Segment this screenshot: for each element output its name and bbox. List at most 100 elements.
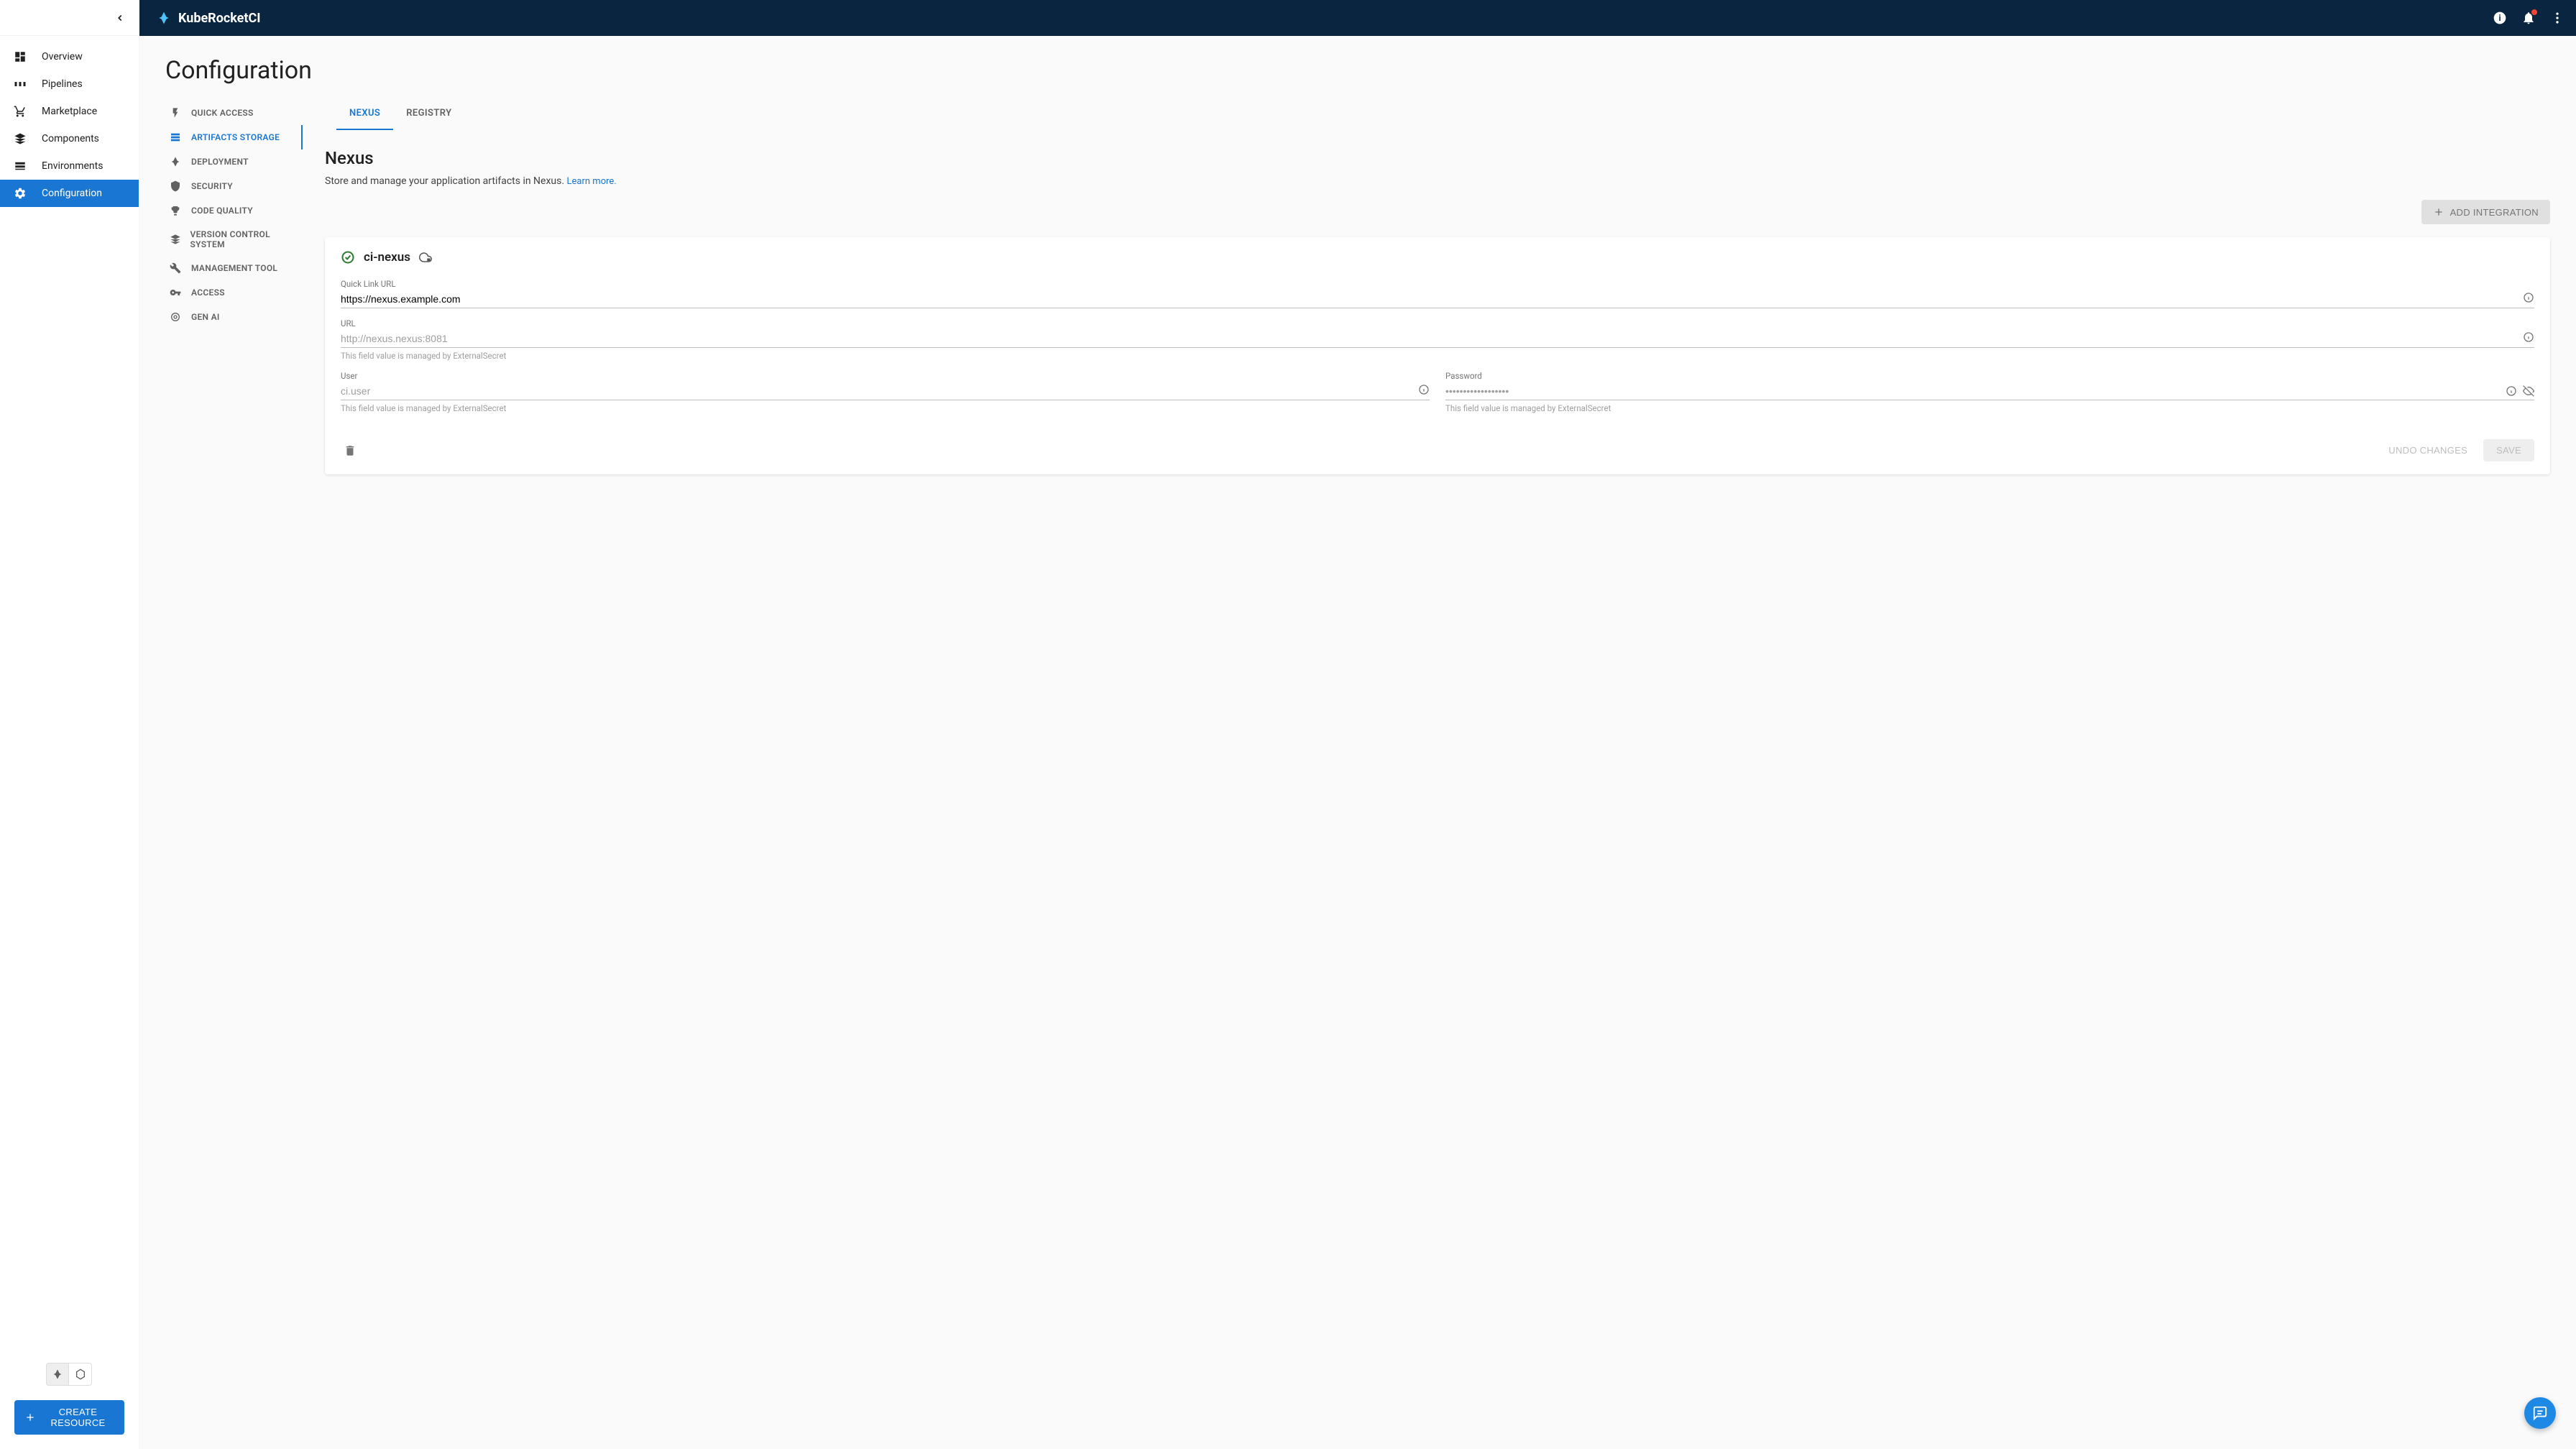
tools-icon: [170, 262, 183, 274]
config-subnav: QUICK ACCESS ARTIFACTS STORAGE DEPLOYMEN…: [165, 101, 302, 474]
learn-more-link[interactable]: Learn more.: [567, 176, 617, 187]
info-outline-icon[interactable]: [2523, 331, 2534, 343]
sidebar-item-marketplace[interactable]: Marketplace: [0, 98, 139, 125]
subnav-gen-ai[interactable]: GEN AI: [165, 305, 302, 329]
brand[interactable]: KubeRocketCI: [157, 11, 261, 26]
create-resource-button[interactable]: CREATE RESOURCE: [14, 1400, 124, 1435]
sidebar-item-label: Marketplace: [42, 106, 97, 117]
quick-link-url-input[interactable]: [341, 290, 2534, 308]
rocket-launch-icon: [170, 156, 183, 167]
subnav-label: MANAGEMENT TOOL: [191, 263, 277, 273]
subnav-label: GEN AI: [191, 312, 220, 322]
field-label: Quick Link URL: [341, 279, 2534, 289]
sidebar-item-configuration[interactable]: Configuration: [0, 180, 139, 207]
subnav-label: ARTIFACTS STORAGE: [191, 132, 280, 142]
sidebar-item-label: Pipelines: [42, 78, 83, 90]
gear-icon: [13, 187, 27, 200]
save-button[interactable]: SAVE: [2483, 439, 2534, 461]
integration-card: ci-nexus Quick Link URL URL: [325, 237, 2550, 474]
subnav-access[interactable]: ACCESS: [165, 280, 302, 305]
tabs: NEXUS REGISTRY: [325, 101, 2550, 131]
visibility-off-icon[interactable]: [2523, 385, 2534, 397]
key-icon: [170, 287, 183, 298]
storage-icon: [170, 132, 183, 143]
sidebar-item-pipelines[interactable]: Pipelines: [0, 70, 139, 98]
sidebar-item-label: Overview: [42, 51, 83, 63]
brand-text: KubeRocketCI: [178, 11, 261, 26]
url-field: URL This field value is managed by Exter…: [341, 318, 2534, 361]
sidebar-item-overview[interactable]: Overview: [0, 43, 139, 70]
url-input: [341, 330, 2534, 348]
quick-link-url-field: Quick Link URL: [341, 279, 2534, 308]
layers-icon: [170, 234, 182, 245]
undo-changes-button[interactable]: UNDO CHANGES: [2378, 439, 2478, 461]
subnav-vcs[interactable]: VERSION CONTROL SYSTEM: [165, 223, 302, 256]
add-integration-button[interactable]: ADD INTEGRATION: [2421, 200, 2550, 224]
sidebar-item-environments[interactable]: Environments: [0, 152, 139, 180]
info-outline-icon[interactable]: [2523, 292, 2534, 303]
more-vert-icon[interactable]: [2550, 11, 2564, 25]
subnav-label: DEPLOYMENT: [191, 157, 249, 167]
sidebar-item-label: Components: [42, 133, 99, 144]
view-toggle-kube[interactable]: [69, 1363, 92, 1386]
notifications-icon[interactable]: [2521, 11, 2536, 25]
dashboard-icon: [13, 50, 27, 63]
integration-name: ci-nexus: [364, 250, 410, 264]
password-field: Password This field value is managed by …: [1445, 371, 2534, 413]
create-resource-label: CREATE RESOURCE: [42, 1407, 114, 1428]
tab-nexus[interactable]: NEXUS: [336, 101, 393, 130]
add-integration-label: ADD INTEGRATION: [2450, 207, 2539, 218]
sidebar-item-components[interactable]: Components: [0, 125, 139, 152]
subnav-artifacts-storage[interactable]: ARTIFACTS STORAGE: [165, 125, 303, 150]
field-helper: This field value is managed by ExternalS…: [341, 403, 1430, 413]
page-title: Configuration: [165, 56, 2550, 85]
delete-button[interactable]: [341, 441, 359, 460]
field-helper: This field value is managed by ExternalS…: [1445, 403, 2534, 413]
sidebar-collapse-area: [0, 0, 139, 36]
sidebar-item-label: Environments: [42, 160, 103, 172]
subnav-management-tool[interactable]: MANAGEMENT TOOL: [165, 256, 302, 280]
subnav-security[interactable]: SECURITY: [165, 174, 302, 198]
subnav-deployment[interactable]: DEPLOYMENT: [165, 150, 302, 174]
section-desc: Store and manage your application artifa…: [325, 175, 2550, 187]
chat-icon: [2532, 1405, 2548, 1421]
chat-fab[interactable]: [2524, 1397, 2556, 1429]
field-label: URL: [341, 318, 2534, 328]
subnav-label: SECURITY: [191, 181, 233, 191]
cloud-lock-icon: [419, 251, 432, 264]
sidebar-item-label: Configuration: [42, 188, 102, 199]
field-helper: This field value is managed by ExternalS…: [341, 351, 2534, 361]
plus-icon: [24, 1412, 36, 1423]
view-toggle-rocket[interactable]: [46, 1363, 69, 1386]
field-label: Password: [1445, 371, 2534, 381]
svg-text:i: i: [2498, 13, 2501, 23]
view-toggle: [46, 1363, 124, 1386]
subnav-code-quality[interactable]: CODE QUALITY: [165, 198, 302, 223]
section-title: Nexus: [325, 148, 2550, 168]
password-input: [1445, 382, 2534, 400]
subnav-label: ACCESS: [191, 288, 225, 298]
plus-icon: [2433, 206, 2444, 218]
layers-icon: [13, 132, 27, 145]
ai-icon: [170, 311, 183, 323]
info-outline-icon[interactable]: [1418, 384, 1430, 395]
trash-icon: [344, 444, 356, 457]
topbar: KubeRocketCI i: [0, 0, 2576, 36]
sidebar: Overview Pipelines Marketplace Component…: [0, 36, 139, 1449]
bolt-icon: [170, 107, 183, 119]
check-circle-icon: [341, 250, 355, 264]
user-field: User This field value is managed by Exte…: [341, 371, 1430, 413]
pipelines-icon: [13, 78, 27, 91]
trophy-icon: [170, 205, 183, 216]
rocket-icon: [157, 11, 171, 25]
subnav-quick-access[interactable]: QUICK ACCESS: [165, 101, 302, 125]
tab-registry[interactable]: REGISTRY: [393, 101, 464, 130]
subnav-label: VERSION CONTROL SYSTEM: [190, 229, 298, 249]
collapse-chevron-icon[interactable]: [115, 13, 125, 23]
environments-icon: [13, 160, 27, 172]
subnav-label: CODE QUALITY: [191, 206, 253, 216]
info-outline-icon[interactable]: [2506, 385, 2517, 397]
user-input: [341, 382, 1430, 400]
info-icon[interactable]: i: [2493, 11, 2507, 25]
cart-icon: [13, 105, 27, 118]
